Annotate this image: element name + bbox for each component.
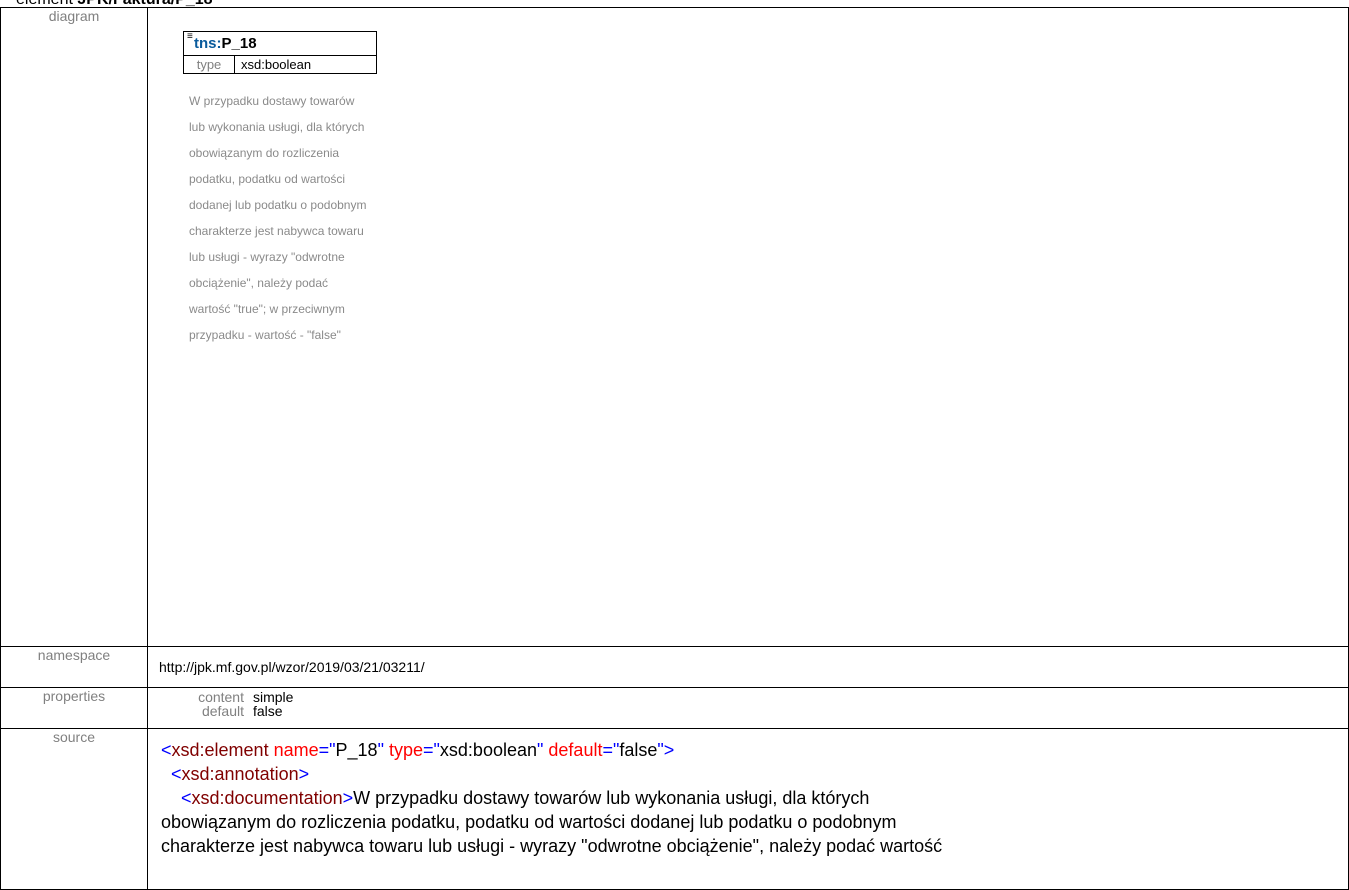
element-name: tns:P_18 <box>194 35 257 52</box>
diagram-row: diagram ≡ tns:P_18 type xsd:boolean W pr… <box>0 7 1349 647</box>
element-menu-icon: ≡ <box>187 31 193 42</box>
namespace-value: http://jpk.mf.gov.pl/wzor/2019/03/21/032… <box>159 659 425 675</box>
properties-list: content simple default false <box>158 690 293 718</box>
source-line: <xsd:annotation> <box>171 764 310 784</box>
source-row: source <xsd:element name="P_18" type="xs… <box>0 728 1349 890</box>
element-doc-table: diagram ≡ tns:P_18 type xsd:boolean W pr… <box>0 7 1349 890</box>
element-type-row: type xsd:boolean <box>184 55 376 74</box>
source-line: <xsd:element name="P_18" type="xsd:boole… <box>161 740 675 760</box>
source-line: obowiązanym do rozliczenia podatku, poda… <box>161 812 897 832</box>
namespace-row: namespace http://jpk.mf.gov.pl/wzor/2019… <box>0 646 1349 688</box>
source-line: charakterze jest nabywca towaru lub usłu… <box>161 836 943 856</box>
type-value: xsd:boolean <box>241 57 312 72</box>
diagram-cell: ≡ tns:P_18 type xsd:boolean W przypadku … <box>147 7 1349 647</box>
type-key: type <box>184 56 235 74</box>
source-label: source <box>0 728 148 890</box>
source-code: <xsd:element name="P_18" type="xsd:boole… <box>161 738 1338 858</box>
element-box[interactable]: ≡ tns:P_18 type xsd:boolean <box>183 31 377 74</box>
source-line: <xsd:documentation>W przypadku dostawy t… <box>181 788 870 808</box>
properties-row: properties content simple default false <box>0 687 1349 729</box>
property-content: content simple <box>198 689 294 705</box>
element-documentation: W przypadku dostawy towarów lub wykonani… <box>189 94 367 342</box>
diagram-label: diagram <box>0 7 148 647</box>
properties-label: properties <box>0 687 148 729</box>
namespace-label: namespace <box>0 646 148 688</box>
property-default: default false <box>201 703 283 719</box>
